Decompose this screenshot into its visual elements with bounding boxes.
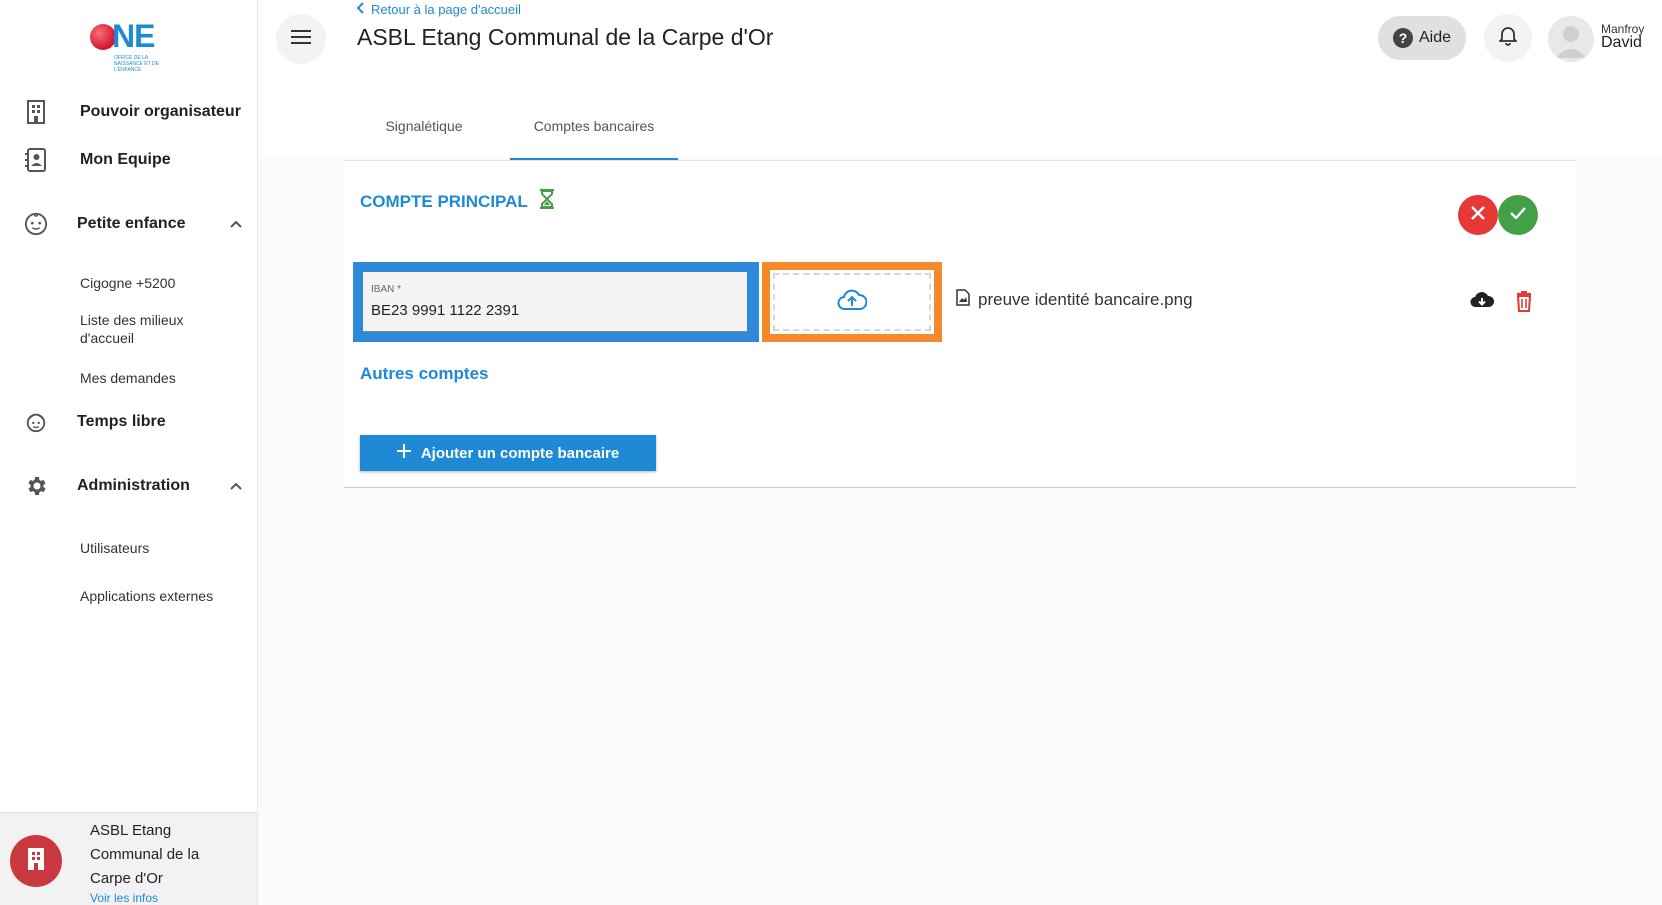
- file-name: preuve identité bancaire.png: [978, 290, 1193, 309]
- tab-comptes-bancaires[interactable]: Comptes bancaires: [510, 106, 678, 160]
- close-icon: [1471, 205, 1485, 225]
- notifications-button[interactable]: [1484, 14, 1532, 62]
- file-upload-dropzone[interactable]: [770, 270, 934, 334]
- sidebar-item-label: Pouvoir organisateur: [80, 103, 241, 120]
- sidebar-item-label: Petite enfance: [77, 215, 186, 232]
- user-avatar[interactable]: [1548, 16, 1594, 62]
- sidebar-item-utilisateurs[interactable]: Utilisateurs: [80, 539, 230, 557]
- add-bank-account-label: Ajouter un compte bancaire: [420, 444, 620, 462]
- iban-value: BE23 9991 1122 2391: [371, 302, 520, 319]
- organization-name: ASBL Etang Communal de la Carpe d'Or: [90, 822, 200, 887]
- sidebar-item-label: Mon Equipe: [80, 151, 171, 168]
- back-to-home-link[interactable]: Retour à la page d'accueil: [356, 2, 521, 17]
- voir-infos-link[interactable]: Voir les infos: [90, 891, 158, 905]
- bank-accounts-card: COMPTE PRINCIPAL IBAN * BE23 9991 1122 2…: [344, 160, 1576, 488]
- sidebar-item-mes-demandes[interactable]: Mes demandes: [80, 369, 230, 387]
- sidebar-item-label: Temps libre: [77, 413, 166, 430]
- logo-text: NE: [112, 18, 155, 54]
- menu-button[interactable]: [276, 14, 326, 64]
- chevron-left-icon: [356, 2, 365, 17]
- trash-icon[interactable]: [1512, 289, 1536, 313]
- cloud-download-icon[interactable]: [1470, 289, 1495, 313]
- sidebar-item-cigogne[interactable]: Cigogne +5200: [80, 274, 230, 292]
- upload-highlight: [762, 262, 942, 342]
- sidebar-item-label: Administration: [77, 477, 190, 494]
- page-title: ASBL Etang Communal de la Carpe d'Or: [357, 24, 774, 50]
- building-icon: [24, 100, 48, 124]
- help-label: Aide: [1418, 29, 1452, 46]
- check-icon: [1510, 206, 1526, 224]
- iban-field[interactable]: IBAN * BE23 9991 1122 2391: [363, 272, 747, 332]
- help-icon: ?: [1392, 28, 1413, 48]
- hourglass-icon: [539, 189, 554, 214]
- user-last-name: David: [1601, 34, 1642, 51]
- one-logo[interactable]: NE OFFICE DE LA NAISSANCE ET DE L'ENFANC…: [88, 18, 168, 73]
- sidebar-item-administration[interactable]: Administration: [0, 466, 258, 506]
- tab-bar: Signalétique Comptes bancaires: [344, 106, 678, 160]
- organization-footer[interactable]: ASBL Etang Communal de la Carpe d'Or Voi…: [0, 812, 257, 905]
- attached-file: preuve identité bancaire.png: [956, 289, 1193, 311]
- add-bank-account-button[interactable]: Ajouter un compte bancaire: [360, 435, 656, 471]
- back-link-label: Retour à la page d'accueil: [371, 2, 521, 17]
- hamburger-icon: [291, 29, 311, 50]
- logo-subtitle: OFFICE DE LA NAISSANCE ET DE L'ENFANCE: [114, 55, 159, 73]
- sidebar-item-mon-equipe[interactable]: Mon Equipe: [0, 140, 258, 180]
- organization-avatar: [10, 835, 62, 887]
- help-button[interactable]: ? Aide: [1378, 16, 1466, 60]
- tab-signaletique[interactable]: Signalétique: [344, 106, 504, 160]
- chevron-up-icon[interactable]: [228, 216, 244, 232]
- plus-icon: [396, 444, 411, 462]
- sidebar-item-liste-milieux[interactable]: Liste des milieux d'accueil: [80, 311, 230, 347]
- confirm-button[interactable]: [1498, 195, 1538, 235]
- sidebar-item-temps-libre[interactable]: Temps libre: [0, 402, 258, 442]
- baby-face-icon: [24, 212, 48, 236]
- cancel-button[interactable]: [1458, 195, 1498, 235]
- sidebar-item-applications-externes[interactable]: Applications externes: [80, 587, 230, 605]
- sidebar-item-pouvoir-organisateur[interactable]: Pouvoir organisateur: [0, 92, 258, 132]
- sidebar-item-petite-enfance[interactable]: Petite enfance: [0, 204, 258, 244]
- image-file-icon: [956, 289, 970, 311]
- bell-icon: [1497, 26, 1519, 51]
- building-icon: [26, 847, 46, 876]
- child-face-icon: [24, 410, 48, 434]
- gear-icon: [24, 474, 48, 498]
- contact-card-icon: [24, 148, 48, 172]
- iban-highlight: IBAN * BE23 9991 1122 2391: [353, 262, 759, 342]
- sidebar: NE OFFICE DE LA NAISSANCE ET DE L'ENFANC…: [0, 0, 258, 905]
- cloud-upload-icon: [837, 289, 868, 316]
- iban-label: IBAN *: [371, 284, 402, 295]
- main-account-title: COMPTE PRINCIPAL: [360, 191, 528, 211]
- other-accounts-heading: Autres comptes: [360, 364, 489, 383]
- chevron-up-icon[interactable]: [228, 478, 244, 494]
- main-account-heading: COMPTE PRINCIPAL: [360, 189, 554, 214]
